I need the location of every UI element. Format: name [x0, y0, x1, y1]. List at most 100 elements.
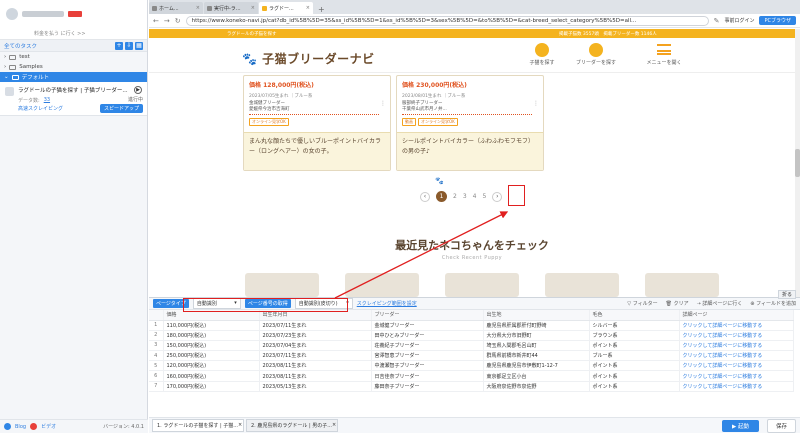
close-icon[interactable]: ×	[238, 422, 242, 429]
back-icon[interactable]: ←	[153, 17, 159, 25]
scrollbar-thumb[interactable]	[795, 149, 800, 177]
column-header[interactable]: 価格	[163, 310, 260, 321]
more-icon[interactable]: ⋮	[533, 100, 539, 107]
table-row[interactable]: 6 160,000円(税込) 2023/08/11生まれ 日吉佳奈ブリーダー 東京都足立…	[149, 370, 794, 382]
task-card[interactable]: ラグドールの子猫を探す | 子猫ブリーダー... ▶ データ数: 33 進行中 …	[0, 82, 147, 116]
reload-icon[interactable]: ↻	[175, 17, 181, 25]
account-row[interactable]	[6, 8, 82, 20]
table-cell[interactable]: クリックして詳細ページに移動する	[679, 360, 794, 372]
table-cell[interactable]: クリックして詳細ページに移動する	[679, 330, 794, 341]
page-3[interactable]: 3	[463, 193, 467, 200]
table-row[interactable]: 3 150,000円(税込) 2023/07/04生まれ 荘義紀子ブリーダー 埼玉県入間…	[149, 340, 794, 352]
page-tab-1[interactable]: 1. ラグドールの子猫を探す | 子猫... ×	[152, 419, 244, 432]
find-kitten-button[interactable]: 子猫を探す	[517, 43, 567, 66]
kitten-card[interactable]: 価格 230,000円(税込) 2023/08/01生まれ ｜ブルー系 服部終子…	[396, 75, 544, 171]
page-2[interactable]: 2	[453, 193, 457, 200]
save-button[interactable]: 保存	[766, 418, 796, 433]
new-tab-icon[interactable]: +	[314, 5, 329, 14]
table-row[interactable]: 4 250,000円(税込) 2023/07/11生まれ 宮澤智恵ブリーダー 群馬県前橋…	[149, 350, 794, 362]
pre-login-button[interactable]: 事前ログイン	[724, 17, 754, 24]
kitten-desc: まん丸な顔たちで優しいブルーポイントバイカラー（ロングヘアー）の女の子。	[244, 132, 390, 170]
task-title[interactable]: ラグドールの子猫を探す | 子猫ブリーダー...	[18, 86, 128, 94]
kitten-tag: オンライン見学OK	[418, 118, 458, 126]
page-tab-label: 2. 鹿児島県のラグドール | 男の子...	[251, 423, 332, 429]
video-link[interactable]: ビデオ	[41, 423, 56, 430]
page-type-select[interactable]: 自動識別 ▾	[192, 298, 241, 309]
page-4[interactable]: 4	[473, 193, 477, 200]
blog-link[interactable]: Blog	[15, 424, 26, 430]
table-cell[interactable]: クリックして詳細ページに移動する	[679, 370, 794, 382]
page-1[interactable]: 1	[436, 191, 447, 202]
task-status: 進行中	[127, 97, 143, 103]
table-row[interactable]: 2 180,000円(税込) 2023/07/23生まれ 田中ひとみブリーダー 大分県大…	[149, 330, 794, 341]
url-input[interactable]: https://www.koneko-navi.jp/cat?db_id%5B%…	[185, 15, 709, 26]
add-task-icon[interactable]: +	[115, 41, 123, 50]
table-cell[interactable]: クリックして詳細ページに移動する	[679, 381, 794, 392]
thumbnail-image[interactable]	[345, 273, 419, 297]
column-header[interactable]: ブリーダー	[371, 310, 484, 321]
page-number-select[interactable]: 自動識別(皮切り) ▾	[294, 298, 353, 309]
fold-button[interactable]: 折る	[777, 290, 796, 299]
kitten-card[interactable]: 価格 128,000円(税込) 2023/07/05生まれ ｜ブルー系 金城健ブ…	[243, 75, 391, 171]
table-cell: 田中ひとみブリーダー	[371, 330, 484, 341]
page-type-label: ページタイプ	[153, 299, 189, 308]
table-row[interactable]: 5 120,000円(税込) 2023/08/11生まれ 中渡瀬智子ブリーダー 鹿児島県…	[149, 360, 794, 372]
thumbnail-image[interactable]	[445, 273, 519, 297]
site-logo[interactable]: 🐾 子猫ブリーダーナビ	[242, 50, 375, 67]
play-icon[interactable]: ▶	[134, 86, 142, 94]
chevron-down-icon: ▾	[346, 300, 349, 306]
column-header[interactable]: 詳細ページ	[679, 310, 794, 321]
edit-icon[interactable]: ✎	[714, 17, 720, 25]
tree-item-default[interactable]: ⌄ デフォルト	[0, 72, 147, 82]
kitten-dob: 2023/07/05生まれ ｜ブルー系	[249, 94, 313, 99]
close-icon[interactable]: ×	[332, 422, 336, 429]
more-icon[interactable]: ⋮	[380, 100, 386, 107]
web-viewport: ラグドールの子猫を探す 掲載子猫数 3557頭 掲載ブリーダー数 1146人 🐾…	[149, 29, 800, 297]
thumbnail-image[interactable]	[545, 273, 619, 297]
tree-item-samples[interactable]: › Samples	[0, 62, 147, 72]
column-header[interactable]: 出生年月日	[259, 310, 372, 321]
table-cell: 110,000円(税込)	[163, 320, 260, 331]
table-cell: 日吉佳奈ブリーダー	[371, 370, 484, 382]
tab-home[interactable]: ホーム... ×	[149, 2, 203, 14]
table-cell[interactable]: クリックして詳細ページに移動する	[679, 340, 794, 352]
column-header[interactable]: 毛色	[589, 310, 680, 321]
tree-item-test[interactable]: › test	[0, 52, 147, 62]
goto-detail-label: 詳細ページに行く	[702, 301, 743, 307]
close-icon[interactable]: ×	[306, 5, 310, 11]
find-breeder-button[interactable]: ブリーダーを探す	[571, 43, 621, 66]
page-5[interactable]: 5	[482, 193, 486, 200]
grid-icon[interactable]: ▦	[135, 41, 143, 50]
next-page-button[interactable]: ›	[492, 191, 503, 202]
tab-ragdoll[interactable]: ラグドー... ×	[259, 2, 313, 14]
filter-button[interactable]: ▽ フィルター	[627, 300, 657, 307]
import-icon[interactable]: ⇩	[125, 41, 133, 50]
page-tab-2[interactable]: 2. 鹿児島県のラグドール | 男の子... ×	[246, 419, 338, 432]
data-count-value[interactable]: 33	[44, 97, 50, 104]
goto-detail-button[interactable]: ⇢ 詳細ページに行く	[697, 300, 743, 307]
all-tasks-label[interactable]: 全てのタスク	[4, 42, 113, 50]
thumbnail-image[interactable]	[645, 273, 719, 297]
clear-button[interactable]: 🗑 クリア	[666, 300, 689, 307]
close-icon[interactable]: ×	[196, 5, 200, 11]
add-field-button[interactable]: ⊕ フィールドを追加	[750, 300, 796, 307]
prev-page-button[interactable]: ‹	[420, 191, 430, 202]
pc-browser-dropdown[interactable]: PCブラウザ	[759, 16, 796, 25]
open-menu-button[interactable]: メニューを開く	[639, 43, 689, 66]
thumbnail-image[interactable]	[245, 273, 319, 297]
table-row[interactable]: 7 170,000円(税込) 2023/05/13生まれ 藤田奈子ブリーダー 大阪府泉佐…	[149, 381, 794, 392]
forward-icon[interactable]: →	[164, 17, 170, 25]
start-button[interactable]: ▶ 起動	[722, 419, 759, 432]
speedup-button[interactable]: スピードアップ	[99, 104, 143, 113]
scrape-range-link[interactable]: スクレイピング範囲を設定	[357, 300, 417, 307]
table-cell[interactable]: クリックして詳細ページに移動する	[679, 350, 794, 362]
pay-link[interactable]: 料金を払う に行く >>	[34, 30, 86, 37]
table-cell[interactable]: クリックして詳細ページに移動する	[679, 320, 794, 331]
avatar[interactable]	[6, 8, 18, 20]
close-icon[interactable]: ×	[251, 5, 255, 11]
table-row[interactable]: 1 110,000円(税込) 2023/07/11生まれ 金城健ブリーダー 鹿児島県肝属…	[149, 320, 794, 331]
vertical-scrollbar[interactable]	[795, 29, 800, 297]
trash-icon: 🗑	[665, 301, 672, 307]
column-header[interactable]: 出生地	[483, 310, 590, 321]
tab-running[interactable]: 実行中-ラ... ×	[204, 2, 258, 14]
